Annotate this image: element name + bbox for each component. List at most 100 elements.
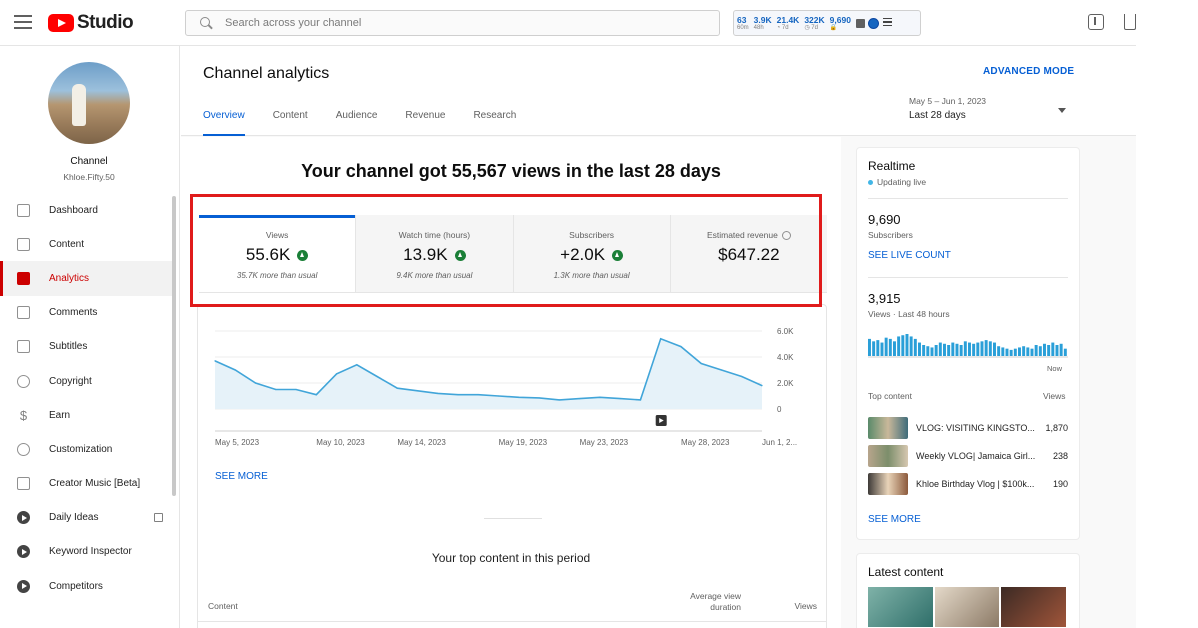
- search-bar[interactable]: [185, 10, 720, 36]
- realtime-bar: [1043, 343, 1046, 356]
- stat-item: 63 60m: [737, 15, 749, 32]
- sidebar-item-comments[interactable]: Comments: [0, 296, 172, 330]
- video-views: 1,870: [1045, 423, 1068, 433]
- realtime-status-text: Updating live: [877, 177, 927, 187]
- realtime-bar: [909, 336, 913, 356]
- sidebar-item-label: Comments: [49, 307, 98, 319]
- realtime-status: Updating live: [868, 177, 926, 187]
- live-dot-icon: [868, 179, 873, 185]
- vidiq-icon[interactable]: [867, 17, 879, 29]
- dollar-icon: $: [19, 407, 28, 423]
- see-more-button[interactable]: SEE MORE: [215, 471, 268, 482]
- top-content-item[interactable]: VLOG: VISITING KINGSTO... 1,870: [868, 416, 1068, 440]
- column-header-avd[interactable]: Average view duration: [669, 591, 741, 613]
- upload-icon[interactable]: [1088, 14, 1104, 30]
- stat-value: 63: [737, 14, 747, 25]
- chart-point: [498, 395, 500, 397]
- chart-point: [720, 369, 723, 371]
- chart-point: [457, 394, 459, 396]
- tab-revenue[interactable]: Revenue: [405, 110, 445, 136]
- date-range[interactable]: May 5 – Jun 1, 2023: [909, 96, 986, 106]
- realtime-bar: [897, 336, 901, 356]
- sidebar-scrollbar[interactable]: [172, 196, 176, 496]
- search-icon: [200, 16, 213, 30]
- advanced-mode-button[interactable]: ADVANCED MODE: [983, 66, 1074, 77]
- realtime-bar: [963, 341, 967, 356]
- extension-box-icon[interactable]: [855, 18, 865, 28]
- sidebar-item-content[interactable]: Content: [0, 227, 172, 261]
- sidebar-item-daily-ideas[interactable]: Daily Ideas: [0, 501, 172, 535]
- chart-point: [741, 375, 743, 378]
- realtime-bar: [888, 338, 892, 356]
- tab-overview[interactable]: Overview: [203, 110, 245, 136]
- chart-point: [315, 394, 317, 396]
- sidebar-item-label: Daily Ideas: [49, 512, 99, 524]
- sidebar-item-subtitles[interactable]: Subtitles: [0, 330, 172, 364]
- studio-logo[interactable]: Studio: [48, 12, 134, 34]
- video-thumbnail[interactable]: [934, 587, 1000, 627]
- views-chart[interactable]: 6.0K 4.0K 2.0K 0 May 5, 2023 May 10, 2023 May …: [197, 321, 837, 451]
- see-live-count-button[interactable]: SEE LIVE COUNT: [868, 250, 951, 261]
- channel-avatar[interactable]: [48, 62, 130, 144]
- logo-text: Studio: [77, 12, 134, 33]
- realtime-see-more-button[interactable]: SEE MORE: [868, 514, 921, 525]
- sidebar-item-label: Creator Music [Beta]: [49, 478, 141, 490]
- stat-label: 48h: [753, 24, 764, 31]
- sidebar-item-keyword-inspector[interactable]: Keyword Inspector: [0, 535, 172, 569]
- column-header-content[interactable]: Content: [208, 601, 238, 611]
- tab-audience[interactable]: Audience: [336, 110, 378, 136]
- menu-icon[interactable]: [14, 15, 32, 29]
- share-icon[interactable]: [1124, 14, 1136, 30]
- customization-icon: [17, 442, 30, 456]
- chart-point: [335, 373, 338, 375]
- chart-point: [619, 398, 621, 400]
- video-thumbnail[interactable]: [868, 587, 933, 627]
- top-bar: Studio 6360m 3.9K48h 21.4K◔ 7d 322K◷ 7d …: [0, 0, 1136, 46]
- stats-widget[interactable]: 63 60m 3.9K 48h 21.4K ◔ 7d 322K ◷ 7d 9,690 🔒: [733, 10, 921, 36]
- video-title: VLOG: VISITING KINGSTO...: [916, 423, 1035, 433]
- realtime-views-label: Views · Last 48 hours: [868, 309, 950, 319]
- sidebar-item-dashboard[interactable]: Dashboard: [0, 193, 172, 227]
- top-content-title: Your top content in this period: [431, 551, 591, 565]
- realtime-bar: [938, 342, 942, 356]
- sidebar-item-earn[interactable]: $ Earn: [0, 398, 172, 432]
- chart-point: [437, 392, 439, 394]
- video-thumbnail[interactable]: [1001, 587, 1067, 627]
- chart-point: [295, 388, 297, 391]
- sidebar-item-creator-music[interactable]: Creator Music [Beta]: [0, 467, 172, 501]
- sidebar-item-label: Earn: [49, 409, 71, 421]
- sidebar-item-customization[interactable]: Customization: [0, 432, 172, 466]
- vidiq-icon: [17, 545, 30, 559]
- realtime-bar: [918, 342, 921, 356]
- realtime-bar-chart[interactable]: [868, 333, 1068, 358]
- top-content-item[interactable]: Khloe Birthday Vlog | $100k... 190: [868, 472, 1068, 496]
- chart-point: [254, 382, 257, 384]
- tab-content[interactable]: Content: [273, 110, 308, 136]
- chart-point: [416, 390, 419, 392]
- realtime-bar: [1063, 348, 1067, 356]
- page-margin: [1136, 0, 1198, 628]
- chart-point: [761, 385, 763, 387]
- now-label: Now: [1047, 364, 1063, 373]
- sidebar-item-copyright[interactable]: Copyright: [0, 364, 172, 398]
- realtime-bar: [872, 341, 876, 356]
- latest-thumbnails[interactable]: [868, 587, 1068, 627]
- chevron-down-icon[interactable]: [1058, 108, 1066, 113]
- widget-menu-icon[interactable]: [882, 17, 892, 29]
- column-header-views[interactable]: Views: [781, 601, 817, 611]
- realtime-bar: [905, 334, 909, 356]
- analytics-header: Channel analytics ADVANCED MODE Overview…: [181, 46, 1136, 136]
- search-input[interactable]: [225, 17, 665, 29]
- realtime-bar: [947, 345, 951, 356]
- realtime-bar: [1055, 345, 1059, 356]
- y-tick-label: 0: [777, 405, 782, 414]
- sidebar-item-analytics[interactable]: Analytics: [0, 261, 172, 296]
- sidebar-item-competitors[interactable]: Competitors: [0, 569, 172, 603]
- red-highlight-annotation: [190, 194, 822, 307]
- tab-research[interactable]: Research: [473, 110, 516, 136]
- chart-point: [518, 396, 520, 398]
- period-selector[interactable]: Last 28 days: [909, 110, 966, 121]
- top-content-item[interactable]: Weekly VLOG| Jamaica Girl... 238: [868, 444, 1068, 468]
- external-link-icon[interactable]: [154, 512, 163, 522]
- realtime-bar: [972, 343, 976, 356]
